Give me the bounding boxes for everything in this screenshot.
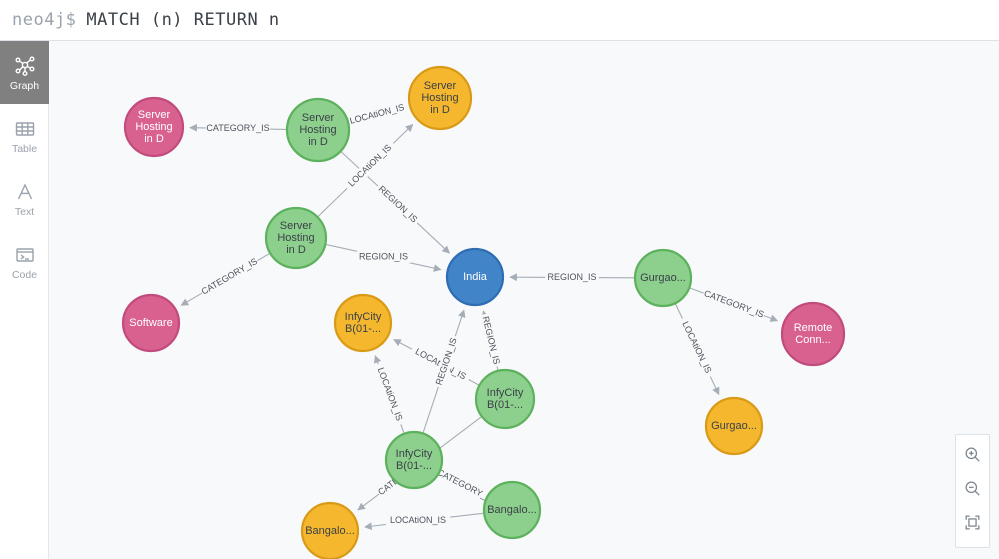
node-circle[interactable]	[264, 206, 328, 270]
fit-to-screen-icon	[963, 513, 982, 537]
relationship-label-bg	[545, 271, 599, 284]
query-bar[interactable]: neo4j$ MATCH (n) RETURN n	[0, 0, 999, 41]
graph-node[interactable]: ServerHostingin D	[285, 97, 351, 163]
sidebar-item-graph[interactable]: Graph	[0, 41, 49, 104]
relationship-label-bg	[478, 312, 503, 368]
graph-node[interactable]: Bangalo...	[482, 480, 542, 540]
node-circle[interactable]	[704, 396, 764, 456]
node-circle[interactable]	[300, 501, 360, 559]
relationship-label-bg	[342, 139, 398, 193]
relationship-label-bg	[344, 100, 410, 129]
relationship-label-bg	[373, 181, 422, 228]
relationship-label-bg	[701, 287, 767, 322]
node-circle[interactable]	[633, 248, 693, 308]
graph-node[interactable]: Gurgao...	[633, 248, 693, 308]
sidebar-item-label: Code	[11, 268, 38, 281]
graph-node[interactable]: ServerHostingin D	[407, 65, 473, 131]
zoom-out-button[interactable]	[956, 474, 989, 508]
table-icon	[13, 117, 37, 141]
graph-node[interactable]: RemoteConn...	[780, 301, 846, 367]
graph-icon	[13, 54, 37, 78]
sidebar-item-label: Table	[11, 142, 38, 155]
graph-canvas[interactable]: CATEGORY_IS LOCAtiON_IS LOCAtiON_IS REGION_…	[49, 41, 999, 559]
graph-node[interactable]: Bangalo...	[300, 501, 360, 559]
node-circle[interactable]	[384, 430, 444, 490]
node-circle[interactable]	[407, 65, 473, 131]
node-circle[interactable]	[121, 293, 181, 353]
fit-to-screen-button[interactable]	[956, 508, 989, 542]
query-prompt: neo4j$	[12, 10, 77, 30]
text-icon	[13, 180, 37, 204]
zoom-out-icon	[963, 479, 982, 503]
graph-node[interactable]: Gurgao...	[704, 396, 764, 456]
graph-node[interactable]: ServerHostingin D	[123, 96, 185, 158]
code-icon	[13, 243, 37, 267]
relationship-label-bg	[356, 251, 411, 264]
node-circle[interactable]	[123, 96, 185, 158]
node-circle[interactable]	[285, 97, 351, 163]
zoom-in-button[interactable]	[956, 440, 989, 474]
sidebar-item-label: Text	[14, 205, 35, 218]
relationship-label-bg	[198, 255, 261, 299]
zoom-in-icon	[963, 445, 982, 469]
node-circle[interactable]	[482, 480, 542, 540]
relationship-label-bg	[385, 514, 451, 527]
node-circle[interactable]	[474, 368, 536, 430]
relationship-label-bg	[205, 122, 271, 135]
graph-node[interactable]: ServerHostingin D	[264, 206, 328, 270]
graph-node[interactable]: InfyCityB(01-...	[384, 430, 444, 490]
view-mode-sidebar: Graph Table Text Code	[0, 41, 49, 559]
node-circle[interactable]	[333, 293, 393, 353]
sidebar-item-label: Graph	[9, 79, 40, 92]
neo4j-browser-result-pane: neo4j$ MATCH (n) RETURN n Graph Table Text…	[0, 0, 999, 559]
graph-node[interactable]: InfyCityB(01-...	[474, 368, 536, 430]
relationship-label-bg	[372, 362, 407, 427]
graph-node[interactable]: InfyCityB(01-...	[333, 293, 393, 353]
zoom-controls	[955, 434, 990, 548]
node-circle[interactable]	[445, 247, 505, 307]
node-circle[interactable]	[780, 301, 846, 367]
relationship-label-layer: CATEGORY_ISLOCAtiON_ISLOCAtiON_ISREGION_…	[198, 100, 767, 527]
graph-node[interactable]: India	[445, 247, 505, 307]
sidebar-item-table[interactable]: Table	[0, 104, 49, 167]
sidebar-item-text[interactable]: Text	[0, 167, 49, 230]
relationship-label-bg	[677, 315, 716, 380]
graph-node[interactable]: Software	[121, 293, 181, 353]
sidebar-item-code[interactable]: Code	[0, 230, 49, 293]
query-text: MATCH (n) RETURN n	[86, 10, 280, 30]
graph-visualization[interactable]: CATEGORY_ISLOCAtiON_ISLOCAtiON_ISREGION_…	[49, 41, 999, 559]
